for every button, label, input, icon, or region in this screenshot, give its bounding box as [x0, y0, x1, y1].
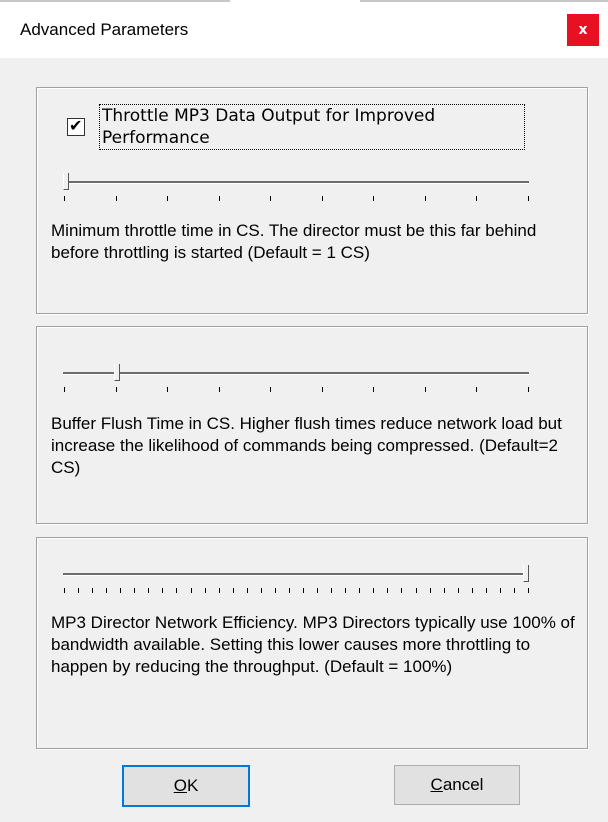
buffer-group: Buffer Flush Time in CS. Higher flush ti… — [36, 326, 588, 524]
slider-tick — [401, 588, 403, 593]
slider-tick — [190, 588, 192, 593]
slider-tick — [120, 588, 122, 593]
throttle-checkbox[interactable]: ✔ — [67, 116, 85, 136]
title-bar[interactable]: Advanced Parameters x — [0, 0, 608, 58]
slider-track — [63, 573, 529, 576]
cancel-button[interactable]: Cancel — [394, 765, 520, 805]
slider-tick — [373, 387, 375, 392]
slider-tick — [78, 588, 80, 593]
slider-tick — [274, 588, 276, 593]
slider-tick — [476, 387, 478, 392]
slider-tick — [321, 196, 323, 201]
slider-tick — [476, 196, 478, 201]
slider-tick — [148, 588, 150, 593]
slider-tick — [317, 588, 319, 593]
slider-tick — [176, 588, 178, 593]
throttle-description: Minimum throttle time in CS. The directo… — [51, 221, 537, 262]
cancel-rest: ancel — [442, 775, 484, 794]
slider-tick — [218, 588, 220, 593]
slider-tick — [92, 588, 94, 593]
slider-tick — [115, 387, 117, 392]
slider-tick — [246, 588, 248, 593]
close-button[interactable]: x — [567, 14, 599, 46]
ok-rest: K — [186, 776, 199, 795]
slider-tick — [415, 588, 417, 593]
slider-tick — [485, 588, 487, 593]
slider-tick — [424, 196, 426, 201]
efficiency-group: MP3 Director Network Efficiency. MP3 Dir… — [36, 537, 588, 749]
slider-tick — [471, 588, 473, 593]
slider-thumb[interactable] — [114, 364, 121, 381]
slider-tick — [457, 588, 459, 593]
slider-tick — [162, 588, 164, 593]
slider-track — [63, 181, 529, 184]
slider-tick — [204, 588, 206, 593]
slider-tick — [528, 387, 529, 392]
advanced-parameters-dialog: Advanced Parameters x ✔ Throttle MP3 Dat… — [0, 0, 608, 822]
ok-button[interactable]: OK — [122, 765, 250, 807]
slider-track — [63, 372, 529, 375]
slider-tick — [345, 588, 347, 593]
slider-tick — [270, 196, 272, 201]
slider-tick — [64, 196, 65, 201]
cancel-mnemonic: C — [430, 775, 443, 794]
slider-tick — [288, 588, 290, 593]
slider-tick — [424, 387, 426, 392]
ok-mnemonic: O — [173, 776, 187, 795]
checkmark-icon: ✔ — [69, 116, 83, 135]
slider-tick — [64, 588, 65, 593]
slider-tick — [167, 196, 169, 201]
slider-tick — [373, 196, 375, 201]
throttle-checkbox-label[interactable]: Throttle MP3 Data Output for Improved Pe… — [99, 104, 525, 150]
slider-tick — [499, 588, 501, 593]
slider-tick — [373, 588, 375, 593]
window-title: Advanced Parameters — [20, 20, 189, 39]
slider-tick — [387, 588, 389, 593]
slider-tick — [321, 387, 323, 392]
slider-tick — [303, 588, 305, 593]
slider-tick — [443, 588, 445, 593]
slider-thumb[interactable] — [523, 565, 529, 582]
slider-tick — [429, 588, 431, 593]
slider-tick — [115, 196, 117, 201]
slider-tick — [528, 588, 529, 593]
slider-tick — [106, 588, 108, 593]
close-icon: x — [578, 22, 588, 38]
slider-tick — [260, 588, 262, 593]
slider-tick — [134, 588, 136, 593]
slider-tick — [232, 588, 234, 593]
slider-tick — [270, 387, 272, 392]
slider-tick — [331, 588, 333, 593]
slider-tick — [218, 387, 220, 392]
slider-thumb[interactable] — [63, 173, 69, 190]
slider-tick — [167, 387, 169, 392]
slider-tick — [64, 387, 65, 392]
slider-tick — [528, 196, 529, 201]
slider-tick — [513, 588, 515, 593]
slider-tick — [218, 196, 220, 201]
slider-tick — [359, 588, 361, 593]
throttle-group: ✔ Throttle MP3 Data Output for Improved … — [36, 87, 588, 314]
efficiency-description: MP3 Director Network Efficiency. MP3 Dir… — [51, 613, 575, 676]
buffer-description: Buffer Flush Time in CS. Higher flush ti… — [51, 414, 562, 477]
